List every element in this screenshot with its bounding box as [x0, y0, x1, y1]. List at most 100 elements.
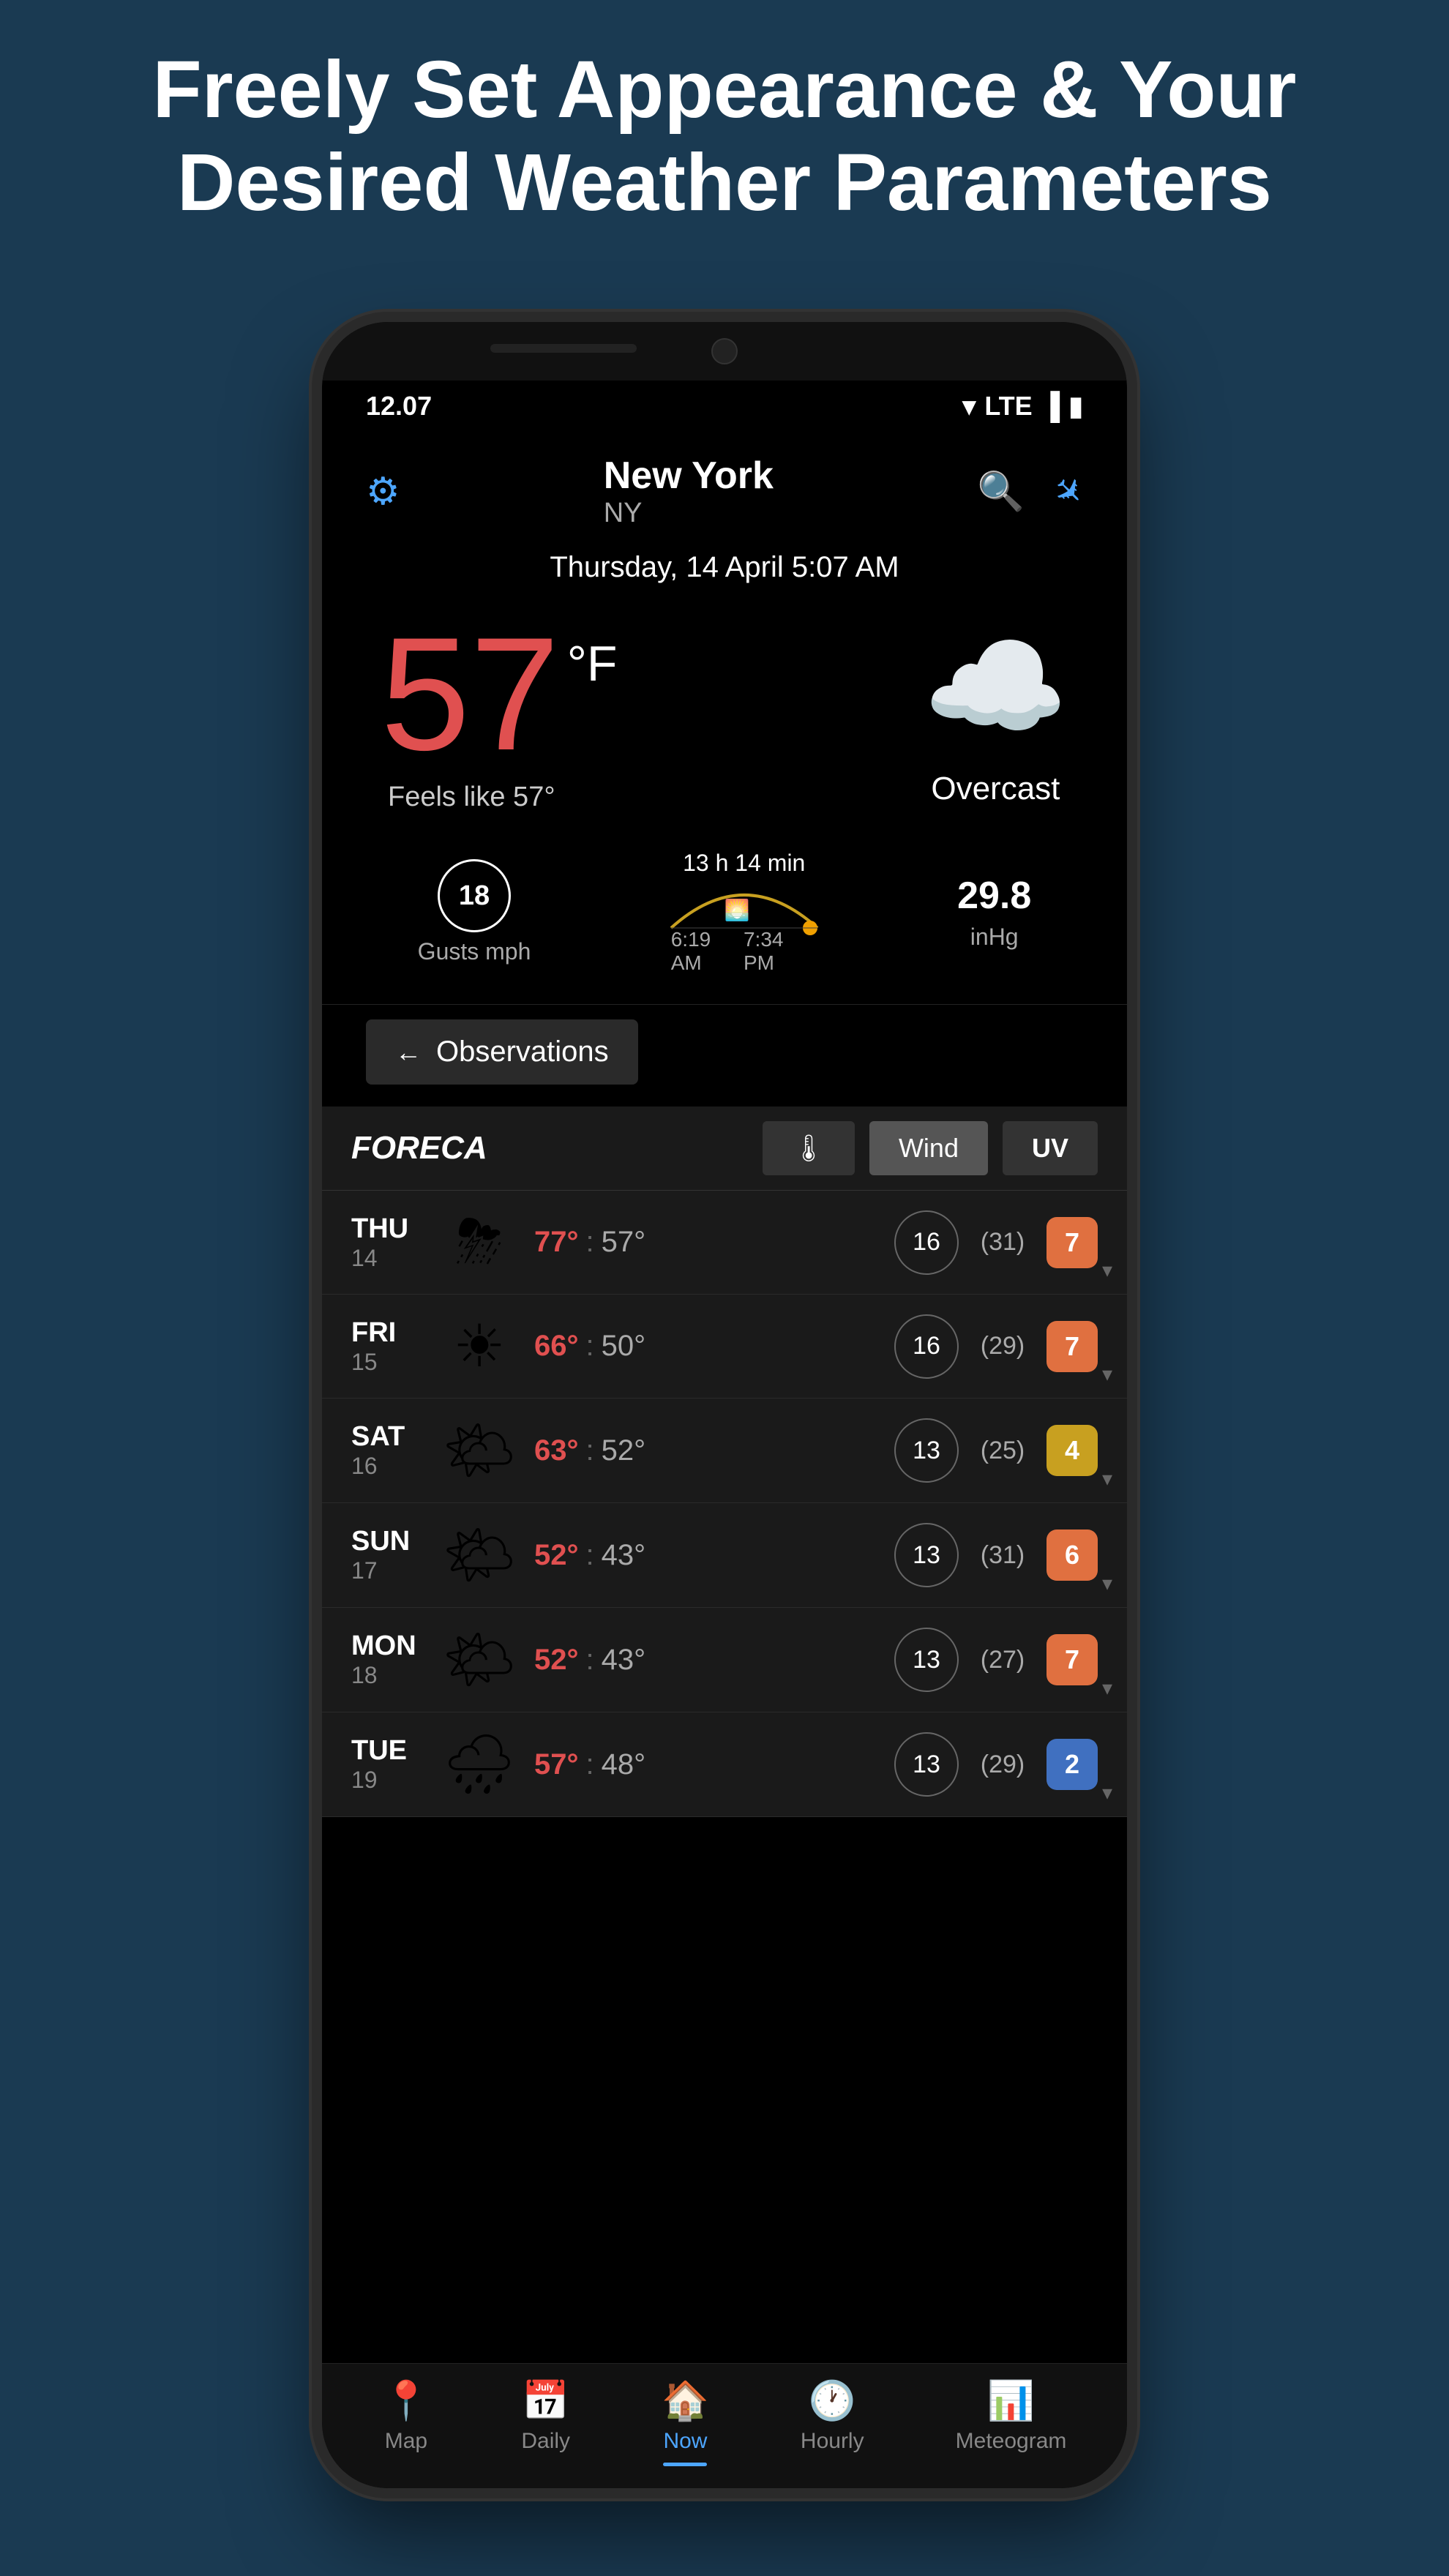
current-date: Thursday, 14 April 5:07 AM [550, 551, 899, 583]
signal-icon: ▐ [1041, 391, 1060, 422]
day-number: 15 [351, 1349, 424, 1376]
expand-chevron-icon: ▾ [1102, 1362, 1112, 1386]
forecast-row[interactable]: TUE 19 🌧 57° : 48° 13 (29) 2 ▾ [322, 1712, 1127, 1817]
foreca-header: FORECA 🌡 Wind UV [322, 1107, 1127, 1191]
forecast-low: 43° [602, 1539, 646, 1572]
forecast-row[interactable]: SUN 17 🌤 52° : 43° 13 (31) 6 ▾ [322, 1503, 1127, 1608]
wifi-icon: ▾ [962, 391, 976, 422]
forecast-temperatures: 77° : 57° [534, 1226, 880, 1259]
page-header: Freely Set Appearance & Your Desired Wea… [59, 44, 1390, 229]
sunrise-times: 6:19 AM 7:34 PM [671, 928, 817, 975]
forecast-wind-circle: 13 [894, 1523, 959, 1587]
wind-tab-label: Wind [899, 1133, 959, 1164]
sunset-time: 7:34 PM [744, 928, 817, 975]
weather-condition-icon: ☁️ [923, 619, 1068, 756]
forecast-temperatures: 57° : 48° [534, 1748, 880, 1781]
forecast-low: 52° [602, 1434, 646, 1467]
forecast-low: 43° [602, 1644, 646, 1677]
forecast-weather-icon: 🌤 [439, 1625, 520, 1694]
day-name: TUE [351, 1735, 424, 1767]
forecast-high: 52° [534, 1644, 579, 1677]
forecast-low: 50° [602, 1330, 646, 1363]
forecast-wind-value: (25) [973, 1437, 1032, 1465]
navigation-icon[interactable]: ✈ [1044, 466, 1093, 516]
forecast-low: 57° [602, 1226, 646, 1259]
forecast-day-sun: SUN 17 [351, 1526, 424, 1584]
weather-description: Overcast [931, 771, 1060, 807]
forecast-wind-circle: 16 [894, 1210, 959, 1275]
phone-camera [711, 338, 738, 364]
forecast-day-thu: THU 14 [351, 1213, 424, 1272]
forecast-wind-circle: 13 [894, 1732, 959, 1797]
nav-active-indicator [663, 2463, 707, 2466]
nav-label-map: Map [385, 2429, 427, 2454]
day-number: 19 [351, 1767, 424, 1794]
forecast-high: 63° [534, 1434, 579, 1467]
nav-item-now[interactable]: 🏠 Now [662, 2378, 709, 2466]
forecast-day-fri: FRI 15 [351, 1317, 424, 1376]
bottom-navigation: 📍 Map 📅 Daily 🏠 Now 🕐 Hourly 📊 Meteogram [322, 2363, 1127, 2488]
settings-icon[interactable]: ⚙ [366, 470, 400, 514]
observations-button[interactable]: ← Observations [366, 1019, 638, 1085]
battery-icon: ▮ [1068, 391, 1083, 422]
forecast-row[interactable]: MON 18 🌤 52° : 43° 13 (27) 7 ▾ [322, 1608, 1127, 1712]
forecast-day-tue: TUE 19 [351, 1735, 424, 1794]
forecast-day-sat: SAT 16 [351, 1421, 424, 1480]
forecast-uv-badge: 7 [1046, 1217, 1098, 1268]
pressure-stat: 29.8 inHg [957, 874, 1031, 951]
nav-item-hourly[interactable]: 🕐 Hourly [801, 2378, 864, 2466]
expand-chevron-icon: ▾ [1102, 1781, 1112, 1805]
uv-tab[interactable]: UV [1003, 1121, 1098, 1175]
forecast-temperatures: 66° : 50° [534, 1330, 880, 1363]
forecast-high: 77° [534, 1226, 579, 1259]
nav-label-hourly: Hourly [801, 2429, 864, 2454]
phone-screen: 12.07 ▾ LTE ▐ ▮ ⚙ New York NY 🔍 ✈ [322, 322, 1127, 2488]
sunrise-stat: 13 h 14 min 🌅 6:19 AM 7:34 PM [664, 850, 825, 975]
search-icon[interactable]: 🔍 [977, 469, 1025, 514]
forecast-row[interactable]: FRI 15 ☀ 66° : 50° 16 (29) 7 ▾ [322, 1295, 1127, 1399]
header-line2: Desired Weather Parameters [59, 137, 1390, 230]
day-name: THU [351, 1213, 424, 1245]
nav-icon-hourly: 🕐 [809, 2378, 856, 2423]
weather-condition: ☁️ Overcast [923, 619, 1068, 807]
date-row: Thursday, 14 April 5:07 AM [322, 544, 1127, 599]
nav-item-meteogram[interactable]: 📊 Meteogram [956, 2378, 1067, 2466]
forecast-wind-circle: 13 [894, 1418, 959, 1483]
phone-top-notch [322, 322, 1127, 381]
forecast-high: 52° [534, 1539, 579, 1572]
forecast-uv-badge: 4 [1046, 1425, 1098, 1476]
wind-tab[interactable]: Wind [869, 1121, 988, 1175]
nav-icon-daily: 📅 [522, 2378, 569, 2423]
forecast-temperatures: 63° : 52° [534, 1434, 880, 1467]
city-name: New York [604, 454, 774, 498]
gusts-circle: 18 [438, 859, 511, 932]
temperature-tab[interactable]: 🌡 [763, 1121, 855, 1175]
forecast-low: 48° [602, 1748, 646, 1781]
feels-like: Feels like 57° [388, 782, 555, 813]
forecast-temperatures: 52° : 43° [534, 1539, 880, 1572]
day-number: 16 [351, 1453, 424, 1480]
forecast-row[interactable]: SAT 16 🌤 63° : 52° 13 (25) 4 ▾ [322, 1399, 1127, 1503]
status-icons: ▾ LTE ▐ ▮ [962, 391, 1083, 422]
forecast-temperatures: 52° : 43° [534, 1644, 880, 1677]
forecast-day-mon: MON 18 [351, 1630, 424, 1689]
forecast-weather-icon: 🌧 [439, 1730, 520, 1799]
state-name: NY [604, 498, 774, 529]
forecast-wind-value: (31) [973, 1228, 1032, 1257]
forecast-wind-value: (31) [973, 1541, 1032, 1570]
expand-chevron-icon: ▾ [1102, 1467, 1112, 1491]
phone-speaker [490, 344, 637, 353]
nav-item-map[interactable]: 📍 Map [383, 2378, 430, 2466]
day-name: SAT [351, 1421, 424, 1453]
nav-item-daily[interactable]: 📅 Daily [521, 2378, 570, 2466]
temperature-unit: °F [567, 635, 618, 692]
forecast-uv-badge: 7 [1046, 1634, 1098, 1685]
header-action-icons: 🔍 ✈ [977, 469, 1083, 514]
lte-label: LTE [984, 391, 1032, 422]
day-name: MON [351, 1630, 424, 1662]
nav-icon-meteogram: 📊 [987, 2378, 1035, 2423]
forecast-row[interactable]: THU 14 ⛈ 77° : 57° 16 (31) 7 ▾ [322, 1191, 1127, 1295]
gusts-stat: 18 Gusts mph [418, 859, 531, 965]
nav-icon-map: 📍 [383, 2378, 430, 2423]
temperature-display: 57 °F [381, 613, 617, 774]
